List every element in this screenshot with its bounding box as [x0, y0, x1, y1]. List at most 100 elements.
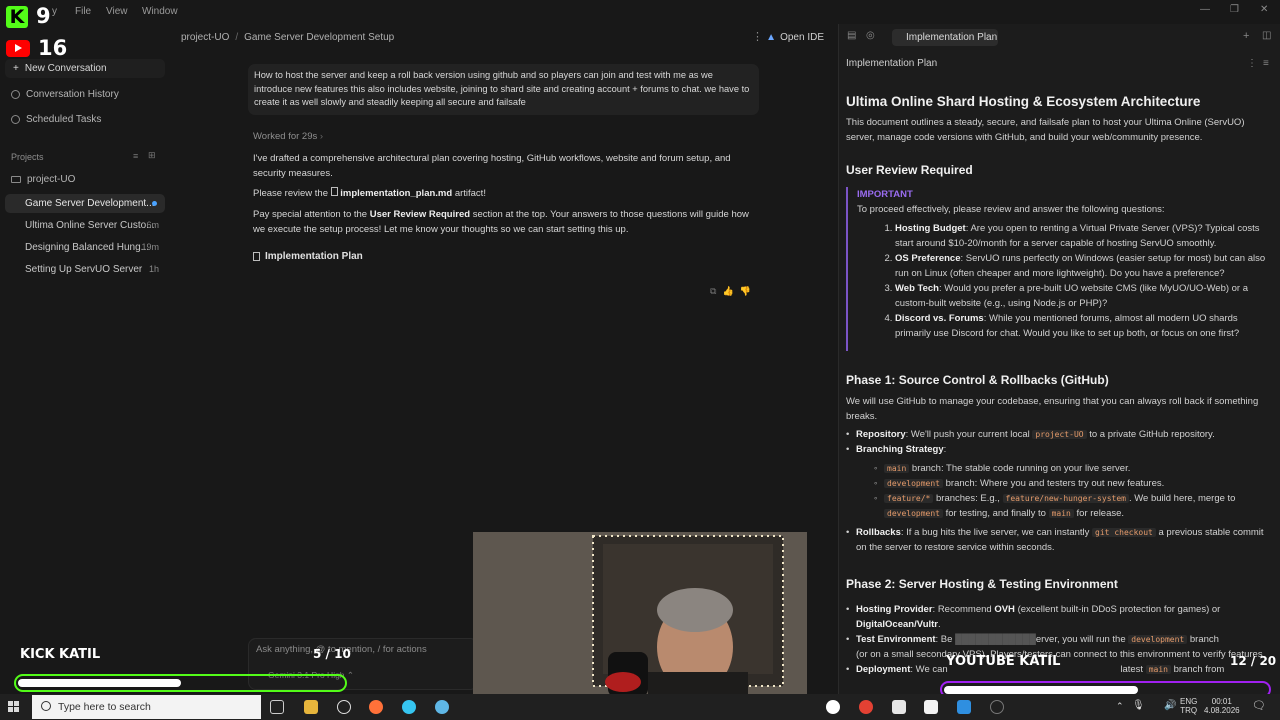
- conversation-time: 19m: [141, 242, 159, 252]
- ide-icon: ▲: [766, 32, 777, 43]
- conversation-item[interactable]: Designing Balanced Hung... 19m: [5, 238, 165, 257]
- outline-icon[interactable]: ≡: [1263, 58, 1269, 69]
- menu-view[interactable]: View: [106, 6, 128, 17]
- breadcrumb: project-UO / Game Server Development Setup: [181, 32, 394, 43]
- conversation-history-link[interactable]: Conversation History: [11, 89, 119, 100]
- important-intro: To proceed effectively, please review an…: [857, 204, 1165, 215]
- sub-text: branches: E.g.,: [936, 493, 1000, 504]
- more-options-icon[interactable]: ⋮: [1247, 58, 1257, 69]
- kick-goal-label: KICK KATIL: [20, 647, 101, 662]
- filter-icon[interactable]: ≡: [133, 151, 138, 161]
- inline-code: feature/new-hunger-system: [1002, 494, 1129, 503]
- bullet-text: : We'll push your current local: [905, 429, 1030, 440]
- chrome-icon[interactable]: [859, 700, 873, 714]
- response-bold: User Review Required: [369, 209, 471, 220]
- open-ide-button[interactable]: ▲ Open IDE: [766, 32, 824, 43]
- taskbar-search[interactable]: Type here to search: [32, 695, 261, 719]
- microphone-icon[interactable]: 🎙: [1132, 700, 1145, 711]
- sub-text: . We build here, merge to: [1128, 493, 1236, 504]
- user-message: How to host the server and keep a roll b…: [248, 64, 759, 115]
- question-label: Discord vs. Forums: [895, 313, 984, 324]
- more-options-icon[interactable]: ⋮: [752, 30, 763, 43]
- new-conversation-button[interactable]: + New Conversation: [5, 59, 165, 78]
- add-tab-icon[interactable]: +: [1243, 30, 1249, 42]
- question-label: Hosting Budget: [895, 223, 966, 234]
- bullet-label: Deployment: [856, 664, 911, 675]
- app-icon[interactable]: [435, 700, 449, 714]
- menu-file[interactable]: File: [75, 6, 91, 17]
- clock-app-icon[interactable]: [337, 700, 351, 714]
- obscured-text: ████████████: [955, 634, 1036, 645]
- scheduled-tasks-link[interactable]: Scheduled Tasks: [11, 114, 101, 125]
- panel-icon[interactable]: ▤: [847, 30, 856, 41]
- copy-icon[interactable]: ⧉: [710, 286, 722, 296]
- response-paragraph: Pay special attention to the User Review…: [253, 207, 753, 237]
- layout-icon[interactable]: ◫: [1262, 30, 1271, 41]
- worked-label: Worked for 29s: [253, 131, 318, 142]
- app-icon[interactable]: [892, 700, 906, 714]
- conversation-title: Ultima Online Server Custo...: [25, 220, 155, 231]
- bullet-bold: DigitalOcean/Vultr: [856, 619, 938, 630]
- bullet-bold: OVH: [994, 604, 1015, 615]
- artifact-header: Implementation Plan: [846, 58, 938, 69]
- menu-bar: y File View Window — ❐ ✕: [0, 0, 1280, 24]
- calendar-icon[interactable]: [924, 700, 938, 714]
- menu-window[interactable]: Window: [142, 6, 178, 17]
- file-explorer-icon[interactable]: [304, 700, 318, 714]
- projects-heading: Projects: [11, 152, 44, 162]
- inline-code: main: [1145, 665, 1171, 674]
- language-indicator[interactable]: ENG TRQ: [1180, 697, 1197, 715]
- history-icon[interactable]: ◎: [866, 30, 875, 41]
- file-icon: [253, 252, 260, 261]
- bullet-text: erver, you will run the: [1035, 634, 1126, 645]
- minimize-icon[interactable]: —: [1200, 4, 1210, 15]
- bullet-item: Rollbacks: If a bug hits the live server…: [846, 525, 1271, 555]
- vscode-icon[interactable]: [957, 700, 971, 714]
- bullet-text: (or on a small secondary VPS). Players/t…: [856, 649, 1266, 660]
- firefox-icon[interactable]: [369, 700, 383, 714]
- question-item: OS Preference: ServUO runs perfectly on …: [895, 251, 1271, 281]
- tab-implementation-plan[interactable]: Implementation Plan: [892, 29, 998, 46]
- response-paragraph: I've drafted a comprehensive architectur…: [253, 153, 731, 179]
- folder-icon: [11, 176, 21, 183]
- chevron-up-icon[interactable]: ⌃: [1116, 701, 1124, 712]
- notification-icon[interactable]: 🗨: [1252, 699, 1266, 712]
- artifact-link[interactable]: implementation_plan.md: [340, 188, 452, 199]
- sidebar: + New Conversation Conversation History S…: [0, 24, 172, 694]
- unreal-icon[interactable]: [826, 700, 840, 714]
- sub-text: branch: Where you and testers try out ne…: [945, 478, 1165, 489]
- worked-duration[interactable]: Worked for 29s ›: [253, 131, 323, 142]
- sub-text: branch: The stable code running on your …: [911, 463, 1131, 474]
- important-label: IMPORTANT: [857, 189, 913, 200]
- inline-code: main: [884, 464, 910, 473]
- youtube-goal-progress-text: 12 / 20: [1230, 654, 1277, 668]
- menu-item-partial[interactable]: y: [52, 6, 57, 17]
- breadcrumb-project[interactable]: project-UO: [181, 32, 229, 43]
- implementation-plan-chip[interactable]: Implementation Plan: [253, 251, 363, 262]
- thumbs-up-icon[interactable]: 👍: [722, 286, 739, 296]
- new-folder-icon[interactable]: ⊞: [148, 150, 156, 161]
- task-view-icon[interactable]: [270, 700, 284, 714]
- conversation-item[interactable]: Setting Up ServUO Server 1h: [5, 260, 165, 279]
- youtube-logo-icon: [6, 40, 30, 57]
- section-heading: Phase 1: Source Control & Rollbacks (Git…: [846, 373, 1109, 387]
- bullet-text: : We can: [910, 664, 948, 675]
- slack-icon[interactable]: [402, 700, 416, 714]
- clock[interactable]: 00:01 4.08.2026: [1204, 697, 1240, 715]
- project-folder[interactable]: project-UO: [11, 174, 75, 185]
- volume-icon[interactable]: 🔊: [1164, 700, 1176, 711]
- windows-start-icon[interactable]: [8, 701, 20, 713]
- bullet-label: Branching Strategy: [856, 444, 944, 455]
- close-icon[interactable]: ✕: [1260, 4, 1268, 15]
- conversation-item[interactable]: Ultima Online Server Custo... 6m: [5, 216, 165, 235]
- inline-code: feature/*: [884, 494, 934, 503]
- kick-logo-icon: K: [6, 6, 28, 28]
- app-icon[interactable]: [990, 700, 1004, 714]
- thumbs-down-icon[interactable]: 👎: [740, 286, 757, 296]
- maximize-icon[interactable]: ❐: [1230, 4, 1239, 15]
- bullet-text: branch: [1189, 634, 1219, 645]
- response-paragraph: Please review the implementation_plan.md…: [253, 186, 753, 201]
- bullet-text: : Be: [935, 634, 953, 645]
- conversation-item[interactable]: Game Server Development...: [5, 194, 165, 213]
- bullet-label: Rollbacks: [856, 527, 901, 538]
